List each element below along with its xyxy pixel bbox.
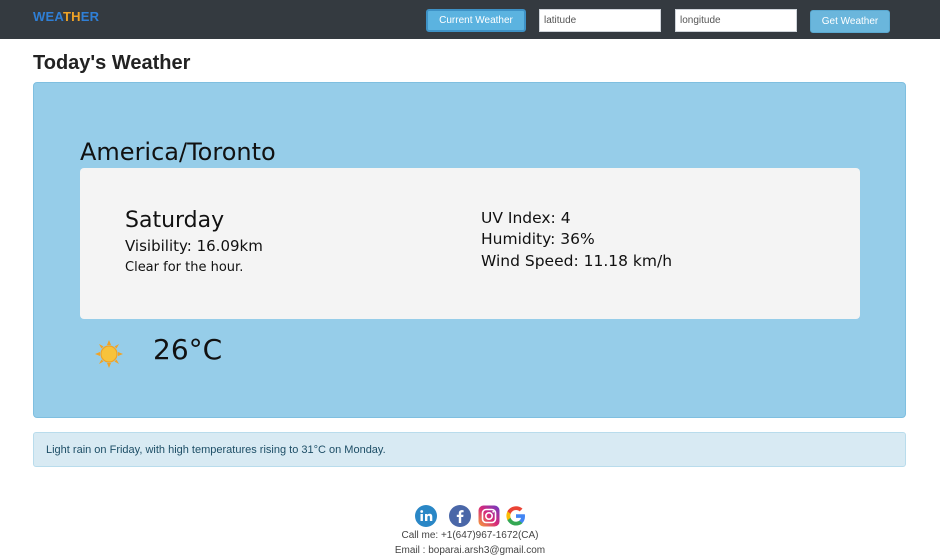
latitude-input[interactable] <box>539 9 661 32</box>
linkedin-icon[interactable] <box>415 505 437 527</box>
sun-icon <box>95 340 123 368</box>
get-weather-button[interactable]: Get Weather <box>810 10 890 33</box>
forecast-summary: Light rain on Friday, with high temperat… <box>33 432 906 467</box>
longitude-input[interactable] <box>675 9 797 32</box>
day-label: Saturday <box>125 208 225 233</box>
uv-index-label: UV Index: 4 <box>481 209 571 227</box>
brand-part-2: TH <box>62 9 81 24</box>
brand-logo[interactable]: WEATHER <box>33 9 99 24</box>
weather-details-panel: Saturday Visibility: 16.09km Clear for t… <box>80 168 860 319</box>
wind-speed-label: Wind Speed: 11.18 km/h <box>481 252 673 270</box>
weather-card: America/Toronto Saturday Visibility: 16.… <box>33 82 906 418</box>
visibility-label: Visibility: 16.09km <box>125 237 263 255</box>
brand-part-3: ER <box>80 9 100 24</box>
summary-label: Clear for the hour. <box>125 260 244 275</box>
page-title: Today's Weather <box>33 52 191 74</box>
top-navbar: WEATHER Current Weather Get Weather <box>0 0 940 39</box>
temperature-label: 26°C <box>153 333 223 366</box>
google-icon[interactable] <box>505 505 527 527</box>
brand-part-1: WEA <box>33 9 63 24</box>
humidity-label: Humidity: 36% <box>481 230 595 248</box>
current-weather-button[interactable]: Current Weather <box>426 9 526 32</box>
location-label: America/Toronto <box>80 138 276 166</box>
footer-email: Email : boparai.arsh3@gmail.com <box>394 545 546 556</box>
facebook-icon[interactable] <box>449 505 471 527</box>
instagram-icon[interactable] <box>478 505 500 527</box>
footer-phone: Call me: +1(647)967-1672(CA) <box>401 530 539 541</box>
